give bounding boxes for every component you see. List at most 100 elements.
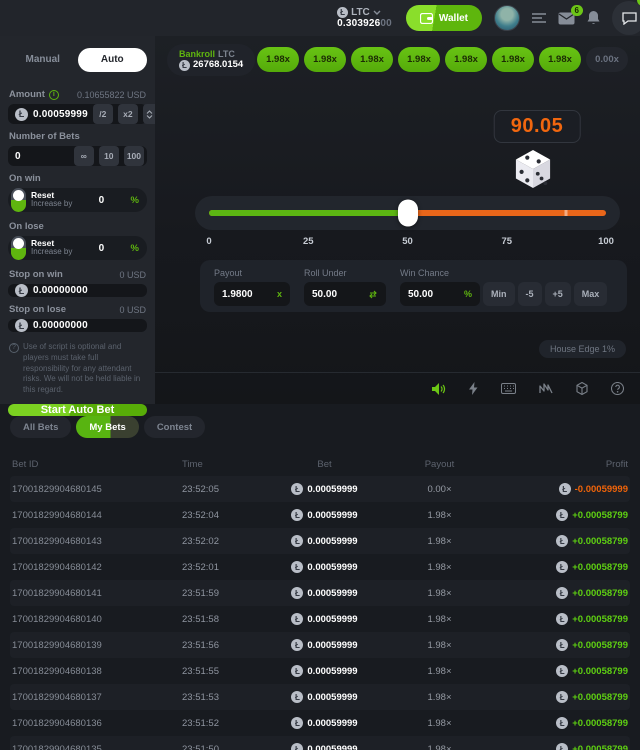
bet-row[interactable]: 1700182990468014023:51:58Ł0.000599991.98… bbox=[10, 606, 630, 632]
chance-plus5-button[interactable]: +5 bbox=[545, 282, 571, 306]
stop-on-lose-field[interactable]: Ł 0.00000000 bbox=[8, 319, 147, 332]
win-chance-field[interactable]: 50.00 % bbox=[400, 282, 480, 306]
bet-row[interactable]: 1700182990468013923:51:56Ł0.000599991.98… bbox=[10, 632, 630, 658]
slider-track[interactable] bbox=[209, 210, 606, 216]
payout-value[interactable]: 1.9800 bbox=[222, 289, 273, 300]
chance-minus5-button[interactable]: -5 bbox=[518, 282, 542, 306]
tab-my-bets[interactable]: My Bets bbox=[76, 416, 138, 438]
history-pill[interactable]: 1.98x bbox=[398, 47, 440, 72]
amount-value[interactable]: 0.00059999 bbox=[33, 109, 88, 120]
menu-icon bbox=[532, 13, 546, 23]
history-pill[interactable]: 1.98x bbox=[257, 47, 299, 72]
bet-row[interactable]: 1700182990468013723:51:53Ł0.000599991.98… bbox=[10, 684, 630, 710]
bet-time: 23:51:50 bbox=[182, 744, 272, 750]
increase-by-label[interactable]: Increase by bbox=[31, 200, 72, 208]
bet-panel: Manual Auto Amounti 0.10655822 USD Ł 0.0… bbox=[0, 36, 155, 404]
win-chance-value[interactable]: 50.00 bbox=[408, 289, 460, 300]
bet-amount: Ł0.00059999 bbox=[272, 535, 377, 547]
sound-button[interactable] bbox=[432, 383, 446, 395]
bet-payout: 1.98× bbox=[377, 536, 502, 547]
history-pill[interactable]: 1.98x bbox=[351, 47, 393, 72]
help-button[interactable] bbox=[611, 382, 624, 395]
stop-on-win-value[interactable]: 0.00000000 bbox=[33, 285, 144, 296]
on-win-value[interactable]: 0 bbox=[77, 195, 125, 206]
number-of-bets-field[interactable]: 0 ∞ 10 100 bbox=[8, 146, 147, 166]
history-pill[interactable]: 1.98x bbox=[492, 47, 534, 72]
column-header: Profit bbox=[502, 459, 628, 470]
wallet-button[interactable]: Wallet bbox=[406, 5, 482, 31]
number-of-bets-value[interactable]: 0 bbox=[15, 151, 69, 162]
menu-button[interactable] bbox=[532, 13, 546, 23]
percent-sign: % bbox=[131, 243, 139, 254]
bet-row[interactable]: 1700182990468014223:52:01Ł0.000599991.98… bbox=[10, 554, 630, 580]
swap-icon[interactable] bbox=[368, 290, 378, 299]
bet-id: 17001829904680137 bbox=[12, 692, 182, 703]
preset-10-button[interactable]: 10 bbox=[99, 146, 119, 166]
bet-row[interactable]: 1700182990468013523:51:50Ł0.000599991.98… bbox=[10, 736, 630, 750]
bet-payout: 1.98× bbox=[377, 744, 502, 750]
chance-min-button[interactable]: Min bbox=[483, 282, 515, 306]
bet-id: 17001829904680139 bbox=[12, 640, 182, 651]
hotkeys-button[interactable] bbox=[501, 383, 516, 394]
house-edge-badge: House Edge 1% bbox=[539, 340, 626, 358]
bet-row[interactable]: 1700182990468014523:52:05Ł0.000599990.00… bbox=[10, 476, 630, 502]
column-header: Time bbox=[182, 459, 272, 470]
bet-row[interactable]: 1700182990468013823:51:55Ł0.000599991.98… bbox=[10, 658, 630, 684]
live-stats-button[interactable] bbox=[539, 383, 553, 394]
slider-thumb[interactable] bbox=[398, 200, 418, 227]
payout-field[interactable]: 1.9800 x bbox=[214, 282, 290, 306]
start-auto-bet-button[interactable]: Start Auto Bet bbox=[8, 404, 147, 416]
bankroll-chip[interactable]: BankrollLTC Ł26768.0154 bbox=[167, 44, 255, 76]
ltc-coin-icon: Ł bbox=[15, 108, 28, 121]
bet-amount: Ł0.00059999 bbox=[272, 639, 377, 651]
rewards-button[interactable]: 6 bbox=[558, 12, 575, 25]
dice-icon bbox=[514, 148, 552, 195]
chevron-down-icon bbox=[146, 115, 153, 119]
bankroll-label: Bankroll bbox=[179, 49, 215, 59]
bet-row[interactable]: 1700182990468014323:52:02Ł0.000599991.98… bbox=[10, 528, 630, 554]
on-lose-value[interactable]: 0 bbox=[77, 243, 125, 254]
bets-section: All Bets My Bets Contest Bet IDTimeBetPa… bbox=[0, 404, 640, 750]
history-pill[interactable]: 0.00x bbox=[586, 47, 628, 72]
bet-amount: Ł0.00059999 bbox=[272, 561, 377, 573]
bet-payout: 1.98× bbox=[377, 588, 502, 599]
bet-time: 23:51:55 bbox=[182, 666, 272, 677]
bet-time: 23:51:56 bbox=[182, 640, 272, 651]
bet-row[interactable]: 1700182990468013623:51:52Ł0.000599991.98… bbox=[10, 710, 630, 736]
chat-button[interactable]: 99 bbox=[612, 1, 640, 35]
tab-manual[interactable]: Manual bbox=[8, 48, 78, 72]
history-pill[interactable]: 1.98x bbox=[304, 47, 346, 72]
preset-100-button[interactable]: 100 bbox=[124, 146, 144, 166]
bet-profit: Ł+0.00058799 bbox=[502, 561, 628, 573]
infinity-button[interactable]: ∞ bbox=[74, 146, 94, 166]
increase-by-label[interactable]: Increase by bbox=[31, 248, 72, 256]
roll-under-value[interactable]: 50.00 bbox=[312, 289, 364, 300]
on-lose-toggle[interactable] bbox=[11, 236, 26, 260]
tab-contest[interactable]: Contest bbox=[144, 416, 205, 438]
notifications-button[interactable] bbox=[587, 11, 600, 26]
win-chance-label: Win Chance bbox=[400, 268, 607, 278]
info-icon[interactable]: i bbox=[49, 90, 59, 100]
on-win-toggle[interactable] bbox=[11, 188, 26, 212]
turbo-button[interactable] bbox=[469, 382, 478, 395]
avatar[interactable] bbox=[494, 5, 520, 31]
bet-id: 17001829904680138 bbox=[12, 666, 182, 677]
history-pill[interactable]: 1.98x bbox=[539, 47, 581, 72]
tab-all-bets[interactable]: All Bets bbox=[10, 416, 71, 438]
amount-field[interactable]: Ł 0.00059999 /2 x2 bbox=[8, 104, 147, 124]
currency-selector[interactable]: Ł LTC 0.30392600 bbox=[337, 7, 392, 29]
roll-slider[interactable] bbox=[195, 196, 620, 230]
chance-max-button[interactable]: Max bbox=[574, 282, 608, 306]
history-pill[interactable]: 1.98x bbox=[445, 47, 487, 72]
double-button[interactable]: x2 bbox=[118, 104, 138, 124]
bet-amount: Ł0.00059999 bbox=[272, 587, 377, 599]
stop-on-win-field[interactable]: Ł 0.00000000 bbox=[8, 284, 147, 297]
seeds-button[interactable] bbox=[576, 382, 588, 395]
stop-on-lose-value[interactable]: 0.00000000 bbox=[33, 320, 144, 331]
ltc-coin-icon: Ł bbox=[15, 319, 28, 332]
bet-row[interactable]: 1700182990468014423:52:04Ł0.000599991.98… bbox=[10, 502, 630, 528]
tab-auto[interactable]: Auto bbox=[78, 48, 148, 72]
roll-under-field[interactable]: 50.00 bbox=[304, 282, 386, 306]
half-button[interactable]: /2 bbox=[93, 104, 113, 124]
bet-row[interactable]: 1700182990468014123:51:59Ł0.000599991.98… bbox=[10, 580, 630, 606]
